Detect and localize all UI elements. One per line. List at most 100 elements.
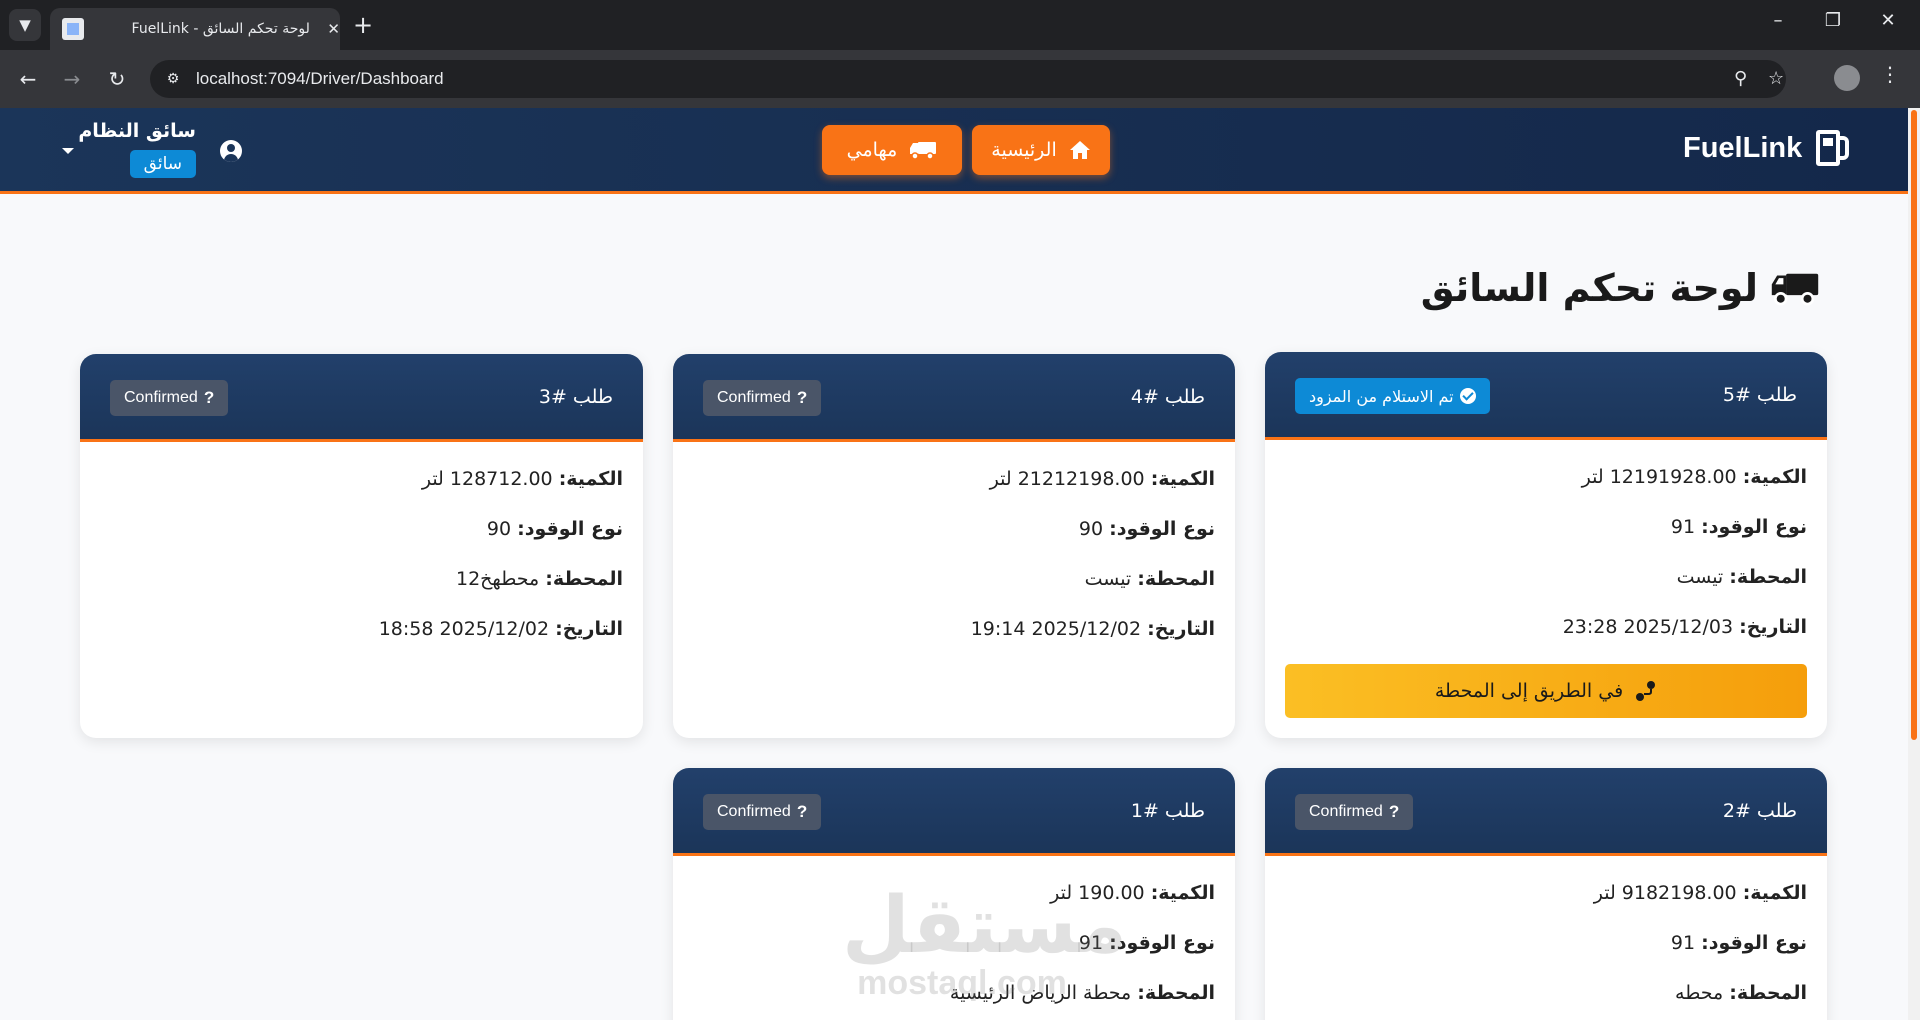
order-card-header: طلب #4 Confirmed ? — [673, 354, 1235, 442]
fuel-type-label: نوع الوقود: — [1701, 932, 1807, 954]
order-card-header: طلب #5 تم الاستلام من المزود — [1265, 352, 1827, 440]
question-icon: ? — [796, 388, 808, 407]
window-close-button[interactable]: ✕ — [1873, 10, 1903, 31]
status-badge: Confirmed ? — [703, 380, 822, 416]
date-label: التاريخ: — [1147, 618, 1215, 640]
watermark-latin: mostaql.com — [857, 964, 1067, 1002]
page-viewport: FuelLink الرئيسية مهامي سائق النظام سائق… — [0, 108, 1908, 1020]
back-button[interactable]: ← — [13, 64, 43, 94]
fuel-pump-icon — [1814, 128, 1852, 168]
browser-tab[interactable]: FuelLink - لوحة تحكم السائق ✕ — [50, 8, 340, 50]
route-icon — [1636, 681, 1656, 701]
url-text: localhost:7094/Driver/Dashboard — [196, 69, 444, 88]
station-label: المحطة: — [1137, 982, 1215, 1004]
station-label: المحطة: — [1137, 568, 1215, 590]
fuel-type-label: نوع الوقود: — [1701, 516, 1807, 538]
tasks-nav-button[interactable]: مهامي — [822, 125, 962, 175]
station-value: محطه — [1675, 982, 1724, 1004]
watermark: مستقل mostaql.com — [842, 881, 1128, 1002]
station-value: محطهخ12 — [455, 568, 540, 590]
watermark-arabic: مستقل — [842, 881, 1128, 971]
truck-icon — [910, 142, 937, 160]
fuel-type-value: 90 — [1078, 518, 1104, 540]
status-badge: Confirmed ? — [110, 380, 229, 416]
address-bar[interactable]: ⚙ localhost:7094/Driver/Dashboard ⚲ ☆ — [150, 60, 1786, 98]
page-scrollbar[interactable] — [1908, 108, 1920, 1020]
date-row: التاريخ: 2025/12/02 19:14 — [693, 612, 1215, 662]
quantity-value: 9182198.00 لتر — [1593, 882, 1737, 904]
browser-tab-strip: ▼ FuelLink - لوحة تحكم السائق ✕ + – ❐ ✕ — [0, 0, 1920, 50]
quantity-label: الكمية: — [1742, 466, 1807, 488]
order-card: طلب #4 Confirmed ? الكمية: 21212198.00 ل… — [673, 354, 1235, 738]
status-badge: Confirmed ? — [703, 794, 822, 830]
fuel-type-label: نوع الوقود: — [517, 518, 623, 540]
home-nav-button[interactable]: الرئيسية — [972, 125, 1110, 175]
restore-button[interactable]: ❐ — [1818, 10, 1848, 31]
user-circle-icon — [220, 140, 242, 162]
check-circle-icon — [1459, 388, 1476, 404]
scrollbar-thumb[interactable] — [1911, 110, 1917, 740]
quantity-row: الكمية: 12191928.00 لتر — [1285, 460, 1807, 510]
status-label: Confirmed — [717, 803, 791, 820]
question-icon: ? — [1388, 802, 1400, 821]
quantity-label: الكمية: — [1150, 468, 1215, 490]
on-the-way-label: في الطريق إلى المحطة — [1434, 680, 1624, 702]
truck-icon — [1771, 273, 1819, 306]
on-the-way-button[interactable]: في الطريق إلى المحطة — [1285, 664, 1807, 718]
reload-button[interactable]: ↻ — [102, 64, 132, 94]
fuel-type-row: نوع الوقود: 91 — [1285, 926, 1807, 976]
home-icon — [1069, 141, 1090, 159]
dropdown-caret-icon[interactable] — [62, 148, 74, 154]
close-icon[interactable]: ✕ — [327, 20, 340, 38]
order-number: طلب #4 — [1130, 386, 1205, 408]
quantity-value: 12191928.00 لتر — [1581, 466, 1737, 488]
new-tab-button[interactable]: + — [353, 10, 373, 40]
fuel-type-value: 91 — [1670, 516, 1696, 538]
forward-button[interactable]: → — [57, 64, 87, 94]
date-value: 2025/12/02 19:14 — [970, 618, 1142, 640]
station-label: المحطة: — [1729, 566, 1807, 588]
user-role-badge: سائق — [129, 150, 196, 178]
browser-menu-icon[interactable]: ⋮ — [1880, 62, 1900, 86]
location-icon[interactable]: ⚲ — [1734, 68, 1747, 89]
user-name: سائق النظام — [78, 120, 196, 142]
order-number: طلب #2 — [1722, 800, 1797, 822]
home-nav-label: الرئيسية — [991, 139, 1057, 161]
page-title: لوحة تحكم السائق — [1421, 266, 1820, 310]
fuel-type-row: نوع الوقود: 90 — [693, 512, 1215, 562]
quantity-label: الكمية: — [1742, 882, 1807, 904]
order-card-header: طلب #2 Confirmed ? — [1265, 768, 1827, 856]
fuel-type-row: نوع الوقود: 91 — [1285, 510, 1807, 560]
site-settings-icon[interactable]: ⚙ — [160, 66, 186, 92]
page-favicon-icon — [62, 18, 84, 40]
quantity-row: الكمية: 21212198.00 لتر — [693, 462, 1215, 512]
fuel-type-value: 91 — [1670, 932, 1696, 954]
status-label: Confirmed — [1309, 803, 1383, 820]
date-label: التاريخ: — [555, 618, 623, 640]
station-value: تيست — [1676, 566, 1724, 588]
user-menu[interactable]: سائق النظام سائق — [62, 120, 242, 182]
brand-name: FuelLink — [1683, 131, 1803, 164]
order-number: طلب #5 — [1722, 384, 1797, 406]
quantity-label: الكمية: — [1150, 882, 1215, 904]
quantity-value: 128712.00 لتر — [421, 468, 553, 490]
date-label: التاريخ: — [1739, 616, 1807, 638]
minimize-button[interactable]: – — [1763, 10, 1793, 31]
order-card: طلب #5 تم الاستلام من المزود الكمية: 121… — [1265, 352, 1827, 738]
quantity-value: 21212198.00 لتر — [989, 468, 1145, 490]
tasks-nav-label: مهامي — [846, 139, 898, 161]
bookmark-star-icon[interactable]: ☆ — [1768, 68, 1784, 89]
fuel-type-row: نوع الوقود: 90 — [100, 512, 623, 562]
station-label: المحطة: — [1729, 982, 1807, 1004]
station-row: المحطة: محطهخ12 — [100, 562, 623, 612]
status-label: Confirmed — [717, 389, 791, 406]
quantity-row: الكمية: 128712.00 لتر — [100, 462, 623, 512]
profile-avatar[interactable] — [1834, 65, 1860, 91]
fuel-type-value: 90 — [486, 518, 512, 540]
quantity-row: الكمية: 9182198.00 لتر — [1285, 876, 1807, 926]
order-card-header: طلب #3 Confirmed ? — [80, 354, 643, 442]
tab-search-button[interactable]: ▼ — [9, 9, 41, 41]
date-value: 2025/12/03 23:28 — [1562, 616, 1734, 638]
brand-logo[interactable]: FuelLink — [1683, 128, 1852, 168]
page-title-text: لوحة تحكم السائق — [1420, 266, 1758, 310]
